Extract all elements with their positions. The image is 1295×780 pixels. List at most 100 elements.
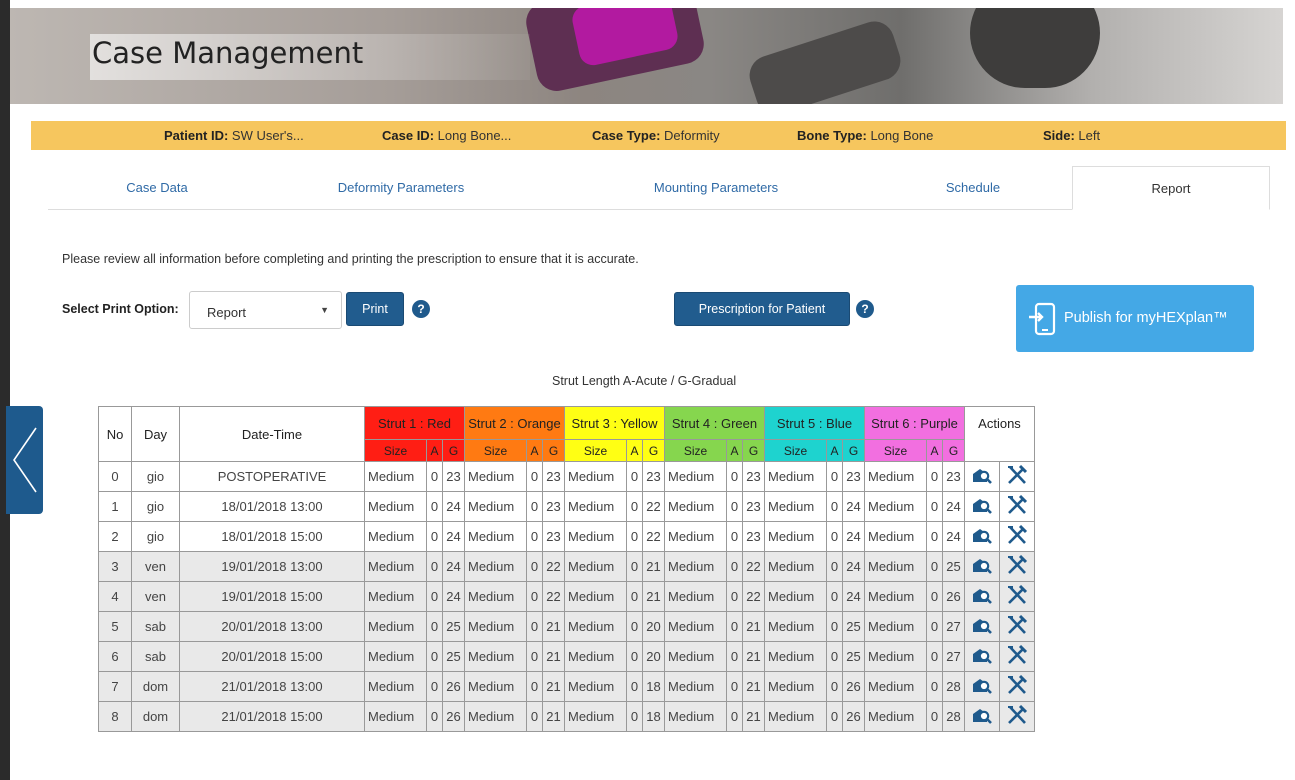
strut-6-header: Strut 6 : Purple	[864, 406, 965, 440]
strut-6-size: Medium	[864, 581, 927, 612]
tab-deformity-parameters[interactable]: Deformity Parameters	[276, 166, 526, 210]
table-row: 4 ven 19/01/2018 15:00 Medium 0 24 Medium 0 22 Me…	[98, 581, 1035, 612]
strut-4-acute: 0	[726, 641, 743, 672]
row-no: 4	[98, 581, 132, 612]
adjust-icon[interactable]	[999, 611, 1035, 642]
help-icon[interactable]: ?	[412, 300, 430, 318]
strut-2-size: Medium	[464, 461, 527, 492]
view-icon[interactable]	[964, 671, 1000, 702]
adjust-icon[interactable]	[999, 491, 1035, 522]
strut-1-size: Medium	[364, 521, 427, 552]
left-dark-edge	[0, 0, 10, 780]
row-day: dom	[131, 701, 180, 732]
col-actions: Actions	[964, 406, 1035, 462]
strut-3-size-subheader: Size	[564, 439, 627, 462]
strut-1-gradual: 25	[442, 611, 465, 642]
strut-1-size: Medium	[364, 461, 427, 492]
adjust-icon[interactable]	[999, 641, 1035, 672]
strut-2-gradual: 21	[542, 701, 565, 732]
strut-3-g-subheader: G	[642, 439, 665, 462]
strut-6-size: Medium	[864, 641, 927, 672]
strut-3-gradual: 21	[642, 551, 665, 582]
strut-5-gradual: 25	[842, 611, 865, 642]
tab-mounting-parameters[interactable]: Mounting Parameters	[601, 166, 831, 210]
strut-1-acute: 0	[426, 611, 443, 642]
help-icon[interactable]: ?	[856, 300, 874, 318]
strut-5-size: Medium	[764, 491, 827, 522]
strut-4-acute: 0	[726, 521, 743, 552]
strut-2-acute: 0	[526, 641, 543, 672]
publish-label: Publish for myHEXplan™	[1064, 310, 1228, 326]
table-row: 0 gio POSTOPERATIVE Medium 0 23 Medium 0 23 Mediu…	[98, 461, 1035, 492]
view-icon[interactable]	[964, 521, 1000, 552]
strut-6-acute: 0	[926, 701, 943, 732]
view-icon[interactable]	[964, 581, 1000, 612]
strut-4-size: Medium	[664, 461, 727, 492]
col-date-time: Date-Time	[179, 406, 365, 462]
view-icon[interactable]	[964, 491, 1000, 522]
page-title: Case Management	[92, 36, 364, 70]
tab-case-data[interactable]: Case Data	[48, 166, 266, 210]
strut-1-gradual: 26	[442, 671, 465, 702]
strut-3-acute: 0	[626, 611, 643, 642]
case-info-bar: Patient ID: SW User's... Case ID: Long B…	[31, 121, 1286, 150]
strut-4-acute: 0	[726, 491, 743, 522]
tab-report[interactable]: Report	[1072, 166, 1270, 210]
strut-1-size: Medium	[364, 491, 427, 522]
strut-1-gradual: 26	[442, 701, 465, 732]
strut-4-size: Medium	[664, 491, 727, 522]
adjust-icon[interactable]	[999, 581, 1035, 612]
strut-5-acute: 0	[826, 611, 843, 642]
strut-4-gradual: 23	[742, 491, 765, 522]
strut-4-a-subheader: A	[726, 439, 743, 462]
row-no: 1	[98, 491, 132, 522]
row-date-time: 20/01/2018 15:00	[179, 641, 365, 672]
strut-6-gradual: 27	[942, 611, 965, 642]
view-icon[interactable]	[964, 611, 1000, 642]
strut-6-gradual: 24	[942, 491, 965, 522]
adjust-icon[interactable]	[999, 461, 1035, 492]
strut-6-size: Medium	[864, 611, 927, 642]
side-panel-toggle[interactable]	[6, 406, 43, 514]
strut-3-gradual: 22	[642, 491, 665, 522]
strut-2-size: Medium	[464, 701, 527, 732]
view-icon[interactable]	[964, 641, 1000, 672]
adjust-icon[interactable]	[999, 551, 1035, 582]
strut-3-gradual: 20	[642, 641, 665, 672]
row-day: sab	[131, 611, 180, 642]
strut-3-acute: 0	[626, 581, 643, 612]
prescription-button[interactable]: Prescription for Patient	[674, 292, 850, 326]
strut-5-size: Medium	[764, 581, 827, 612]
strut-5-acute: 0	[826, 521, 843, 552]
strut-6-gradual: 28	[942, 701, 965, 732]
review-notice: Please review all information before com…	[62, 252, 639, 266]
strut-3-acute: 0	[626, 671, 643, 702]
view-icon[interactable]	[964, 551, 1000, 582]
adjust-icon[interactable]	[999, 521, 1035, 552]
strut-6-size: Medium	[864, 551, 927, 582]
col-no: No	[98, 406, 132, 462]
print-button[interactable]: Print	[346, 292, 404, 326]
tab-schedule[interactable]: Schedule	[878, 166, 1068, 210]
strut-2-size: Medium	[464, 641, 527, 672]
strut-1-acute: 0	[426, 551, 443, 582]
adjust-icon[interactable]	[999, 671, 1035, 702]
strut-4-acute: 0	[726, 581, 743, 612]
view-icon[interactable]	[964, 461, 1000, 492]
strut-6-acute: 0	[926, 521, 943, 552]
view-icon[interactable]	[964, 701, 1000, 732]
strut-4-acute: 0	[726, 551, 743, 582]
strut-6-acute: 0	[926, 581, 943, 612]
strut-6-size-subheader: Size	[864, 439, 927, 462]
table-row: 7 dom 21/01/2018 13:00 Medium 0 26 Medium 0 21 Me…	[98, 671, 1035, 702]
row-date-time: 19/01/2018 13:00	[179, 551, 365, 582]
row-no: 0	[98, 461, 132, 492]
strut-1-header: Strut 1 : Red	[364, 406, 465, 440]
print-option-select[interactable]: Report ▼	[189, 291, 342, 329]
publish-myhexplan-button[interactable]: Publish for myHEXplan™	[1016, 285, 1254, 352]
strut-1-size: Medium	[364, 641, 427, 672]
table-row: 5 sab 20/01/2018 13:00 Medium 0 25 Medium 0 21 Me…	[98, 611, 1035, 642]
table-row: 6 sab 20/01/2018 15:00 Medium 0 25 Medium 0 21 Me…	[98, 641, 1035, 672]
adjust-icon[interactable]	[999, 701, 1035, 732]
strut-1-size: Medium	[364, 701, 427, 732]
